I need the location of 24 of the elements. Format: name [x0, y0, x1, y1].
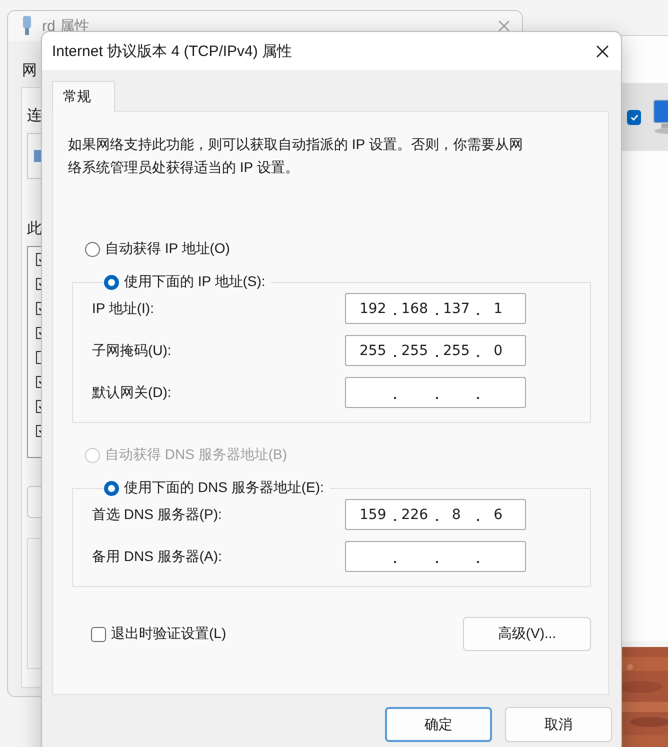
ip-address-field[interactable]: 159 226 8 6 — [345, 499, 526, 530]
checkbox[interactable] — [627, 110, 642, 124]
advanced-button[interactable]: 高级(V)... — [463, 617, 591, 651]
field-label: 备用 DNS 服务器(A): — [92, 548, 223, 566]
field-label: 首选 DNS 服务器(P): — [92, 506, 223, 524]
ip-address-field[interactable] — [345, 377, 526, 408]
list-item[interactable] — [620, 83, 668, 151]
field-label: 子网掩码(U): — [92, 342, 172, 360]
close-icon[interactable] — [596, 44, 609, 58]
field-label: 默认网关(D): — [92, 384, 172, 402]
ip-address-field[interactable] — [345, 541, 526, 572]
ip-address-field[interactable]: 255 255 255 0 — [345, 335, 526, 366]
check-icon — [630, 112, 639, 122]
network-adapter-icon — [22, 16, 32, 36]
dialog-title: Internet 协议版本 4 (TCP/IPv4) 属性 — [52, 42, 292, 60]
tab[interactable]: 常规 — [52, 81, 115, 112]
ip-address-field[interactable]: 192 168 137 1 — [345, 293, 526, 324]
cancel-button[interactable]: 取消 — [505, 707, 612, 742]
description-text: 如果网络支持此功能，则可以获取自动指派的 IP 设置。否则，你需要从网络系统管理员处获得适当的 IP 设置。 — [68, 135, 524, 177]
section-label: 连 — [27, 106, 43, 125]
checkbox[interactable]: 退出时验证设置(L) — [91, 625, 226, 643]
ok-button[interactable]: 确定 — [385, 707, 492, 742]
section-label: 此 — [27, 219, 43, 238]
field-label: IP 地址(I): — [92, 300, 155, 318]
